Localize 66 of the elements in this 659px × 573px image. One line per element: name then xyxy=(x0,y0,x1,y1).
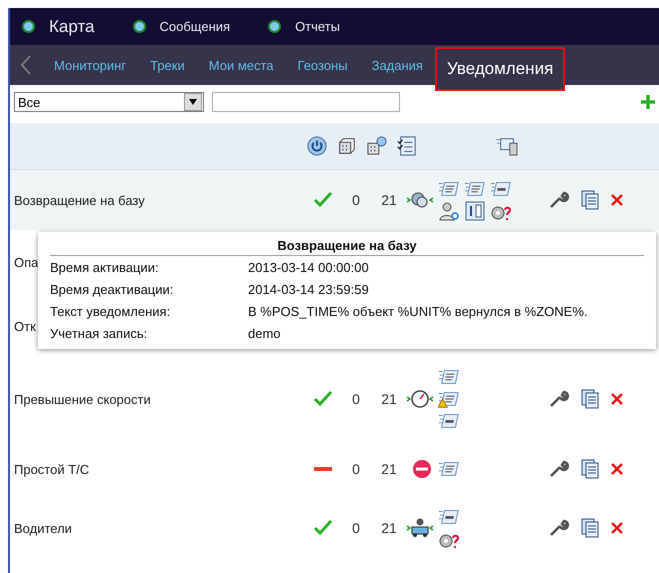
wrench-icon[interactable] xyxy=(548,518,570,538)
nav-tab[interactable]: Треки xyxy=(138,45,197,85)
count-text: 21 xyxy=(380,391,398,407)
user-key-icon xyxy=(438,201,460,221)
note-icon xyxy=(438,507,460,527)
field-label: Время активации: xyxy=(50,260,160,275)
copy-icon[interactable] xyxy=(580,518,600,538)
filter-select[interactable]: Все xyxy=(14,92,204,112)
count-text: 21 xyxy=(380,461,398,477)
copy-icon[interactable] xyxy=(580,389,600,409)
nav-tab[interactable]: Мои места xyxy=(196,45,286,85)
checklist-icon[interactable] xyxy=(396,136,418,156)
menu-link[interactable]: Отчеты xyxy=(295,19,340,34)
notification-name: Водители xyxy=(14,520,72,536)
tooltip-title: Возвращение на базу xyxy=(50,238,644,256)
driver-truck-icon xyxy=(406,518,434,538)
warning-note-icon xyxy=(438,389,460,409)
nav-tab[interactable]: Геозоны xyxy=(286,45,360,85)
dropdown-caret-icon xyxy=(189,99,197,105)
field-label: Время деактивации: xyxy=(50,282,174,297)
field-value: В %POS_TIME% объект %UNIT% вернулся в %ZONE%. xyxy=(248,304,589,319)
count-text: 0 xyxy=(351,461,361,477)
status-dot-icon xyxy=(268,20,282,33)
copy-icon[interactable] xyxy=(580,190,600,210)
menu-link[interactable]: Карта xyxy=(49,16,94,36)
note-icon xyxy=(438,411,460,431)
nav-tab[interactable]: Уведомления xyxy=(434,47,566,91)
stop-sign-icon xyxy=(413,460,431,478)
cube-target-icon[interactable] xyxy=(366,136,388,156)
note-icon xyxy=(438,459,460,479)
search-field[interactable] xyxy=(212,92,400,112)
counter-icon xyxy=(464,201,486,221)
wrench-icon[interactable] xyxy=(548,190,570,210)
status-dot-icon xyxy=(132,20,146,33)
field-value: 2013-03-14 00:00:00 xyxy=(248,260,370,275)
notification-name: Простой Т/С xyxy=(14,462,90,476)
zone-trigger-icon xyxy=(406,190,434,210)
add-icon[interactable] xyxy=(641,95,655,109)
copy-icon[interactable] xyxy=(580,459,600,479)
notification-name: Возвращение на базу xyxy=(14,192,145,208)
notification-name: Превышение скорости xyxy=(14,392,151,406)
status-dot-icon xyxy=(22,20,35,33)
note-icon xyxy=(438,179,460,199)
field-label: Учетная запись: xyxy=(50,326,148,341)
power-icon[interactable] xyxy=(306,136,328,156)
count-text: 0 xyxy=(351,192,361,208)
nav-tab[interactable]: Мониторинг xyxy=(42,45,138,85)
field-value: 2014-03-14 23:59:59 xyxy=(248,282,370,297)
note-icon xyxy=(490,179,512,199)
count-text: 21 xyxy=(380,192,398,208)
nav-tab[interactable]: Задания xyxy=(360,45,435,85)
field-label: Текст уведомления: xyxy=(50,304,172,319)
notification-name: Опа xyxy=(14,254,38,270)
count-text: 0 xyxy=(351,520,361,536)
count-text: 0 xyxy=(351,391,361,407)
list-icon xyxy=(464,179,486,199)
speedometer-icon xyxy=(406,389,434,409)
notification-name: Отк xyxy=(14,318,36,334)
wrench-icon[interactable] xyxy=(548,459,570,479)
message-device-icon[interactable] xyxy=(494,136,520,156)
count-text: 21 xyxy=(380,520,398,536)
note-icon xyxy=(438,367,460,387)
menu-link[interactable]: Сообщения xyxy=(160,19,230,34)
wrench-icon[interactable] xyxy=(548,389,570,409)
field-value: demo xyxy=(248,326,282,341)
notification-row[interactable]: Возвращение на базу 0 21 xyxy=(10,170,659,230)
